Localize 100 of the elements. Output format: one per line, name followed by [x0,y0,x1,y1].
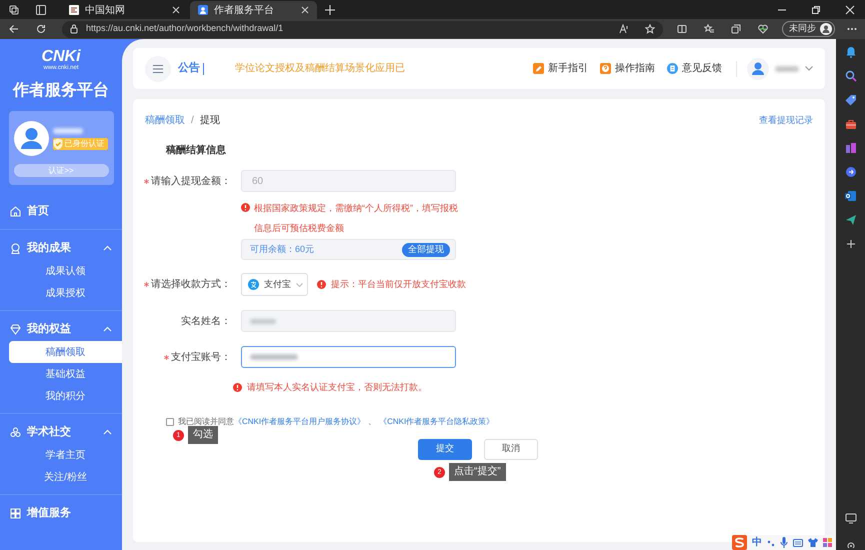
search-icon[interactable] [844,70,856,82]
nav-item[interactable]: 成果认领 [9,260,122,282]
read-aloud-icon[interactable] [619,24,629,34]
agreement-checkbox[interactable] [166,418,174,426]
keyboard-icon[interactable] [793,538,803,546]
profile-sync-button[interactable]: 未同步 [782,21,835,37]
verified-badge: 已身份认证 [52,138,108,150]
callout-tooltip: 点击“提交” [449,463,506,481]
account-warning: 请填写本人实名认证支付宝，否则无法打款。 [247,381,427,394]
split-screen-icon[interactable] [677,24,687,34]
question-icon [600,63,611,74]
input-mode-toggle[interactable]: 中 [752,538,762,548]
callout-tooltip: 勾选 [188,426,218,444]
nav-section[interactable]: 首页 [0,199,122,223]
withdrawal-history-link[interactable]: 查看提现记录 [759,114,813,128]
nav-section[interactable]: 学术社交 [0,420,122,444]
tax-warning: 根据国家政策规定，需缴纳“个人所得税”，填写报税信息后可预估税费金额 [254,202,459,235]
bell-icon[interactable] [844,46,856,58]
toolbox-icon[interactable] [844,118,856,130]
field-label: 实名姓名： [181,314,231,328]
apps-grid-icon[interactable] [823,538,832,547]
site-favicon-icon [198,5,208,15]
alipay-account-field[interactable] [241,346,456,368]
nav-item[interactable]: 稿酬领取 [9,341,122,363]
lock-icon [70,24,78,34]
nav-section[interactable]: 增值服务 [0,501,122,525]
menu-button[interactable] [145,56,171,82]
nav-item[interactable]: 我的积分 [9,385,122,407]
edit-icon [533,63,544,74]
tab-actions-icon[interactable] [35,4,47,16]
nav-item[interactable]: 成果授权 [9,282,122,304]
nav-section[interactable]: 我的成果 [0,236,122,260]
nav-item[interactable]: 学者主页 [9,444,122,466]
blurred-username [52,128,82,134]
breadcrumb-item[interactable]: 稿酬领取 [145,113,185,128]
outlook-icon[interactable] [844,190,856,202]
alipay-icon [248,279,259,290]
alert-icon [233,383,242,392]
avatar-icon [747,58,769,80]
favorite-star-icon[interactable] [645,24,655,34]
field-label: 支付宝账号： [171,350,231,364]
notice-label: 公告 [178,60,200,76]
grid-icon [10,508,21,518]
user-menu[interactable] [747,58,813,80]
new-tab-icon[interactable] [325,5,335,15]
header-link[interactable]: 意见反馈 [667,61,722,76]
agreement-text: 我已阅读并同意《CNKI作者服务平台用户服务协议》 、 《CNKI作者服务平台隐私政策》 [178,416,494,428]
agreement-link[interactable]: 《CNKI作者服务平台隐私政策》 [379,416,494,426]
blurred-value [250,354,298,360]
breadcrumb-separator: / [191,114,194,128]
medal-icon [10,242,21,254]
restore-icon[interactable] [811,5,821,15]
heart-pulse-icon[interactable] [758,24,768,34]
blurred-username [775,66,799,72]
available-balance: 可用余额：60元 [250,242,316,256]
alert-icon [241,203,250,212]
field-label: 请选择收款方式： [151,278,231,292]
microphone-icon[interactable] [780,537,788,548]
back-icon[interactable] [9,24,19,34]
address-bar[interactable]: https://au.cnki.net/author/workbench/withdrawal/1 [62,20,663,38]
tab-title: 中国知网 [85,4,126,18]
header-link[interactable]: 新手指引 [533,61,588,76]
platform-title: 作者服务平台 [13,80,109,101]
agreement-link[interactable]: 《CNKI作者服务平台用户服务协议》 [234,416,366,426]
people-icon [10,426,21,438]
withdraw-all-button[interactable]: 全部提现 [402,242,450,256]
payment-hint: 提示：平台当前仅开放支付宝收款 [331,278,466,291]
send-icon[interactable] [844,214,856,226]
header-link[interactable]: 操作指南 [600,61,655,76]
avatar-icon [820,23,832,35]
workspaces-icon[interactable] [8,4,20,16]
tag-icon[interactable] [844,94,856,106]
add-icon[interactable] [844,238,856,250]
chevron-down-icon [296,282,303,286]
refresh-icon[interactable] [36,24,46,34]
avatar-icon [14,121,48,156]
payment-method-select[interactable]: 支付宝 [241,273,308,296]
punctuation-icon[interactable] [767,538,775,546]
collections-icon[interactable] [731,24,741,34]
menu-icon [153,64,163,72]
blurred-value [250,318,276,324]
diamond-icon [10,324,21,334]
notice-text: 学位论文授权及稿酬结算场景化应用已 [235,62,405,76]
shield-check-icon [52,138,62,150]
screenshot-icon[interactable] [844,512,856,524]
close-icon[interactable] [172,6,180,14]
close-icon[interactable] [301,6,309,14]
browser-tab[interactable]: 中国知网 [61,1,188,19]
alert-icon [317,280,326,289]
submit-button[interactable]: 提交 [418,438,472,460]
favorites-icon[interactable] [704,24,714,34]
ime-logo-icon[interactable] [732,535,747,550]
nav-item[interactable]: 关注/粉丝 [9,466,122,488]
browser-tab[interactable]: 作者服务平台 [190,1,317,19]
nav-section[interactable]: 我的权益 [0,317,122,341]
nav-item[interactable]: 基础权益 [9,363,122,385]
cancel-button[interactable]: 取消 [484,438,538,460]
close-icon[interactable] [845,5,855,15]
section-title: 稿酬结算信息 [166,144,227,158]
shirt-icon[interactable] [808,538,818,547]
